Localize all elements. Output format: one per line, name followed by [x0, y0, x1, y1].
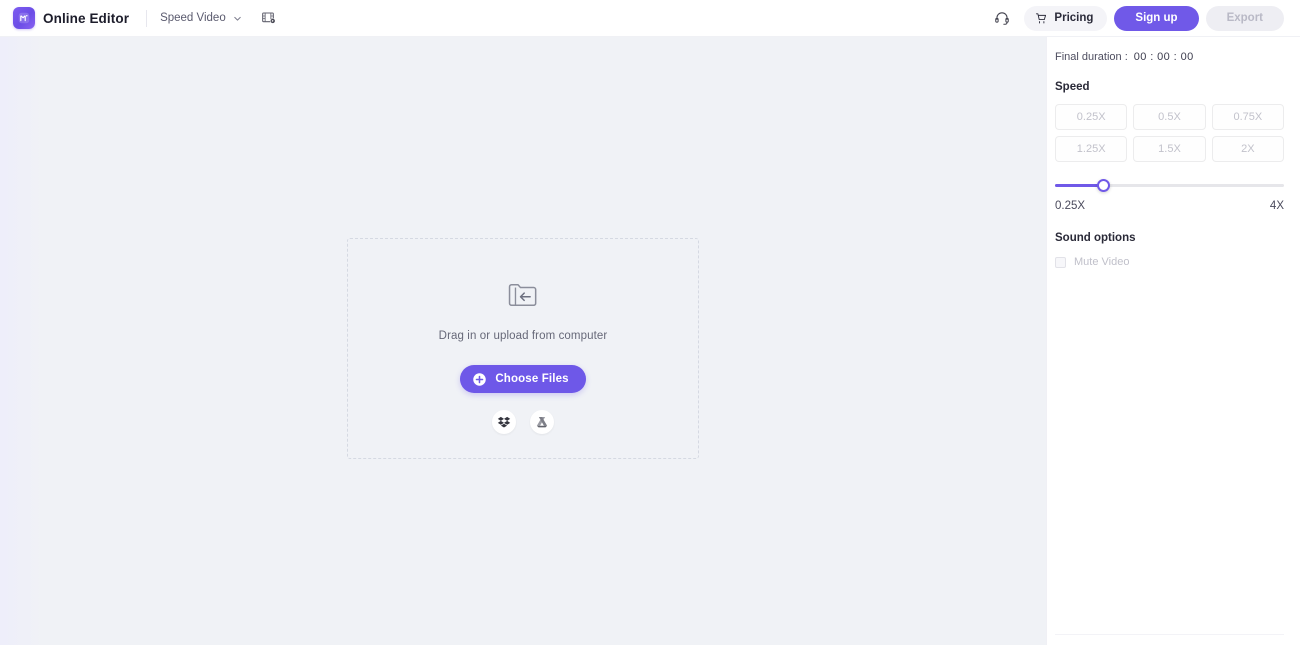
panel-bottom-divider [1055, 634, 1284, 635]
header-left-group: Online Editor Speed Video [0, 7, 279, 29]
mute-video-label: Mute Video [1074, 256, 1130, 268]
signup-button[interactable]: Sign up [1114, 5, 1199, 31]
speed-preset-1-5x[interactable]: 1.5X [1133, 136, 1206, 162]
app-root: Online Editor Speed Video Pricing Sign u… [0, 0, 1300, 645]
mute-video-row[interactable]: Mute Video [1055, 256, 1284, 268]
canvas-left-edge-strip [0, 37, 45, 645]
editor-canvas: Drag in or upload from computer Choose F… [0, 37, 1046, 645]
shopping-cart-icon [1035, 12, 1048, 25]
speed-section-title: Speed [1055, 81, 1090, 93]
brand-name: Online Editor [43, 10, 130, 26]
logo-m-icon[interactable] [13, 7, 35, 29]
pricing-label: Pricing [1054, 12, 1094, 24]
final-duration-row: Final duration : 00 : 00 : 00 [1055, 51, 1284, 63]
choose-files-label: Choose Files [495, 373, 569, 385]
slider-max-label: 4X [1269, 200, 1284, 212]
plus-circle-icon [472, 372, 487, 387]
speed-slider[interactable] [1055, 179, 1284, 193]
sound-options-title: Sound options [1055, 232, 1136, 244]
dropzone-instruction: Drag in or upload from computer [438, 330, 608, 342]
headset-icon[interactable] [989, 5, 1015, 31]
final-duration-label: Final duration : [1055, 51, 1128, 63]
pricing-button[interactable]: Pricing [1024, 5, 1108, 31]
google-drive-icon[interactable] [530, 410, 554, 434]
mute-video-checkbox[interactable] [1055, 256, 1066, 268]
speed-preset-grid: 0.25X 0.5X 0.75X 1.25X 1.5X 2X [1055, 104, 1284, 162]
chevron-down-icon [232, 13, 243, 24]
speed-preset-0-25x[interactable]: 0.25X [1055, 104, 1128, 130]
choose-files-button[interactable]: Choose Files [460, 365, 586, 393]
speed-preset-0-5x[interactable]: 0.5X [1133, 104, 1206, 130]
header-divider [146, 9, 148, 27]
speed-preset-2x[interactable]: 2X [1211, 136, 1284, 162]
slider-fill [1055, 184, 1104, 187]
upload-dropzone[interactable]: Drag in or upload from computer Choose F… [347, 238, 699, 459]
header-right-group: Pricing Sign up Export [989, 5, 1300, 31]
speed-preset-1-25x[interactable]: 1.25X [1055, 136, 1128, 162]
final-duration-value: 00 : 00 : 00 [1133, 51, 1194, 63]
panel-content: Final duration : 00 : 00 : 00 Speed 0.25… [1047, 37, 1300, 268]
slider-thumb[interactable] [1096, 179, 1110, 192]
cloud-source-row [492, 410, 554, 434]
video-clip-icon[interactable] [259, 8, 279, 28]
dropbox-icon[interactable] [492, 410, 516, 434]
app-header: Online Editor Speed Video Pricing Sign u… [0, 0, 1300, 37]
document-title: Speed Video [160, 12, 226, 24]
slider-min-label: 0.25X [1055, 200, 1086, 212]
document-title-dropdown[interactable]: Speed Video [160, 12, 243, 24]
export-button: Export [1205, 5, 1284, 31]
slider-range-labels: 0.25X 4X [1055, 200, 1284, 212]
properties-panel: Final duration : 00 : 00 : 00 Speed 0.25… [1046, 37, 1300, 645]
folder-import-icon [502, 274, 544, 316]
speed-preset-0-75x[interactable]: 0.75X [1211, 104, 1284, 130]
